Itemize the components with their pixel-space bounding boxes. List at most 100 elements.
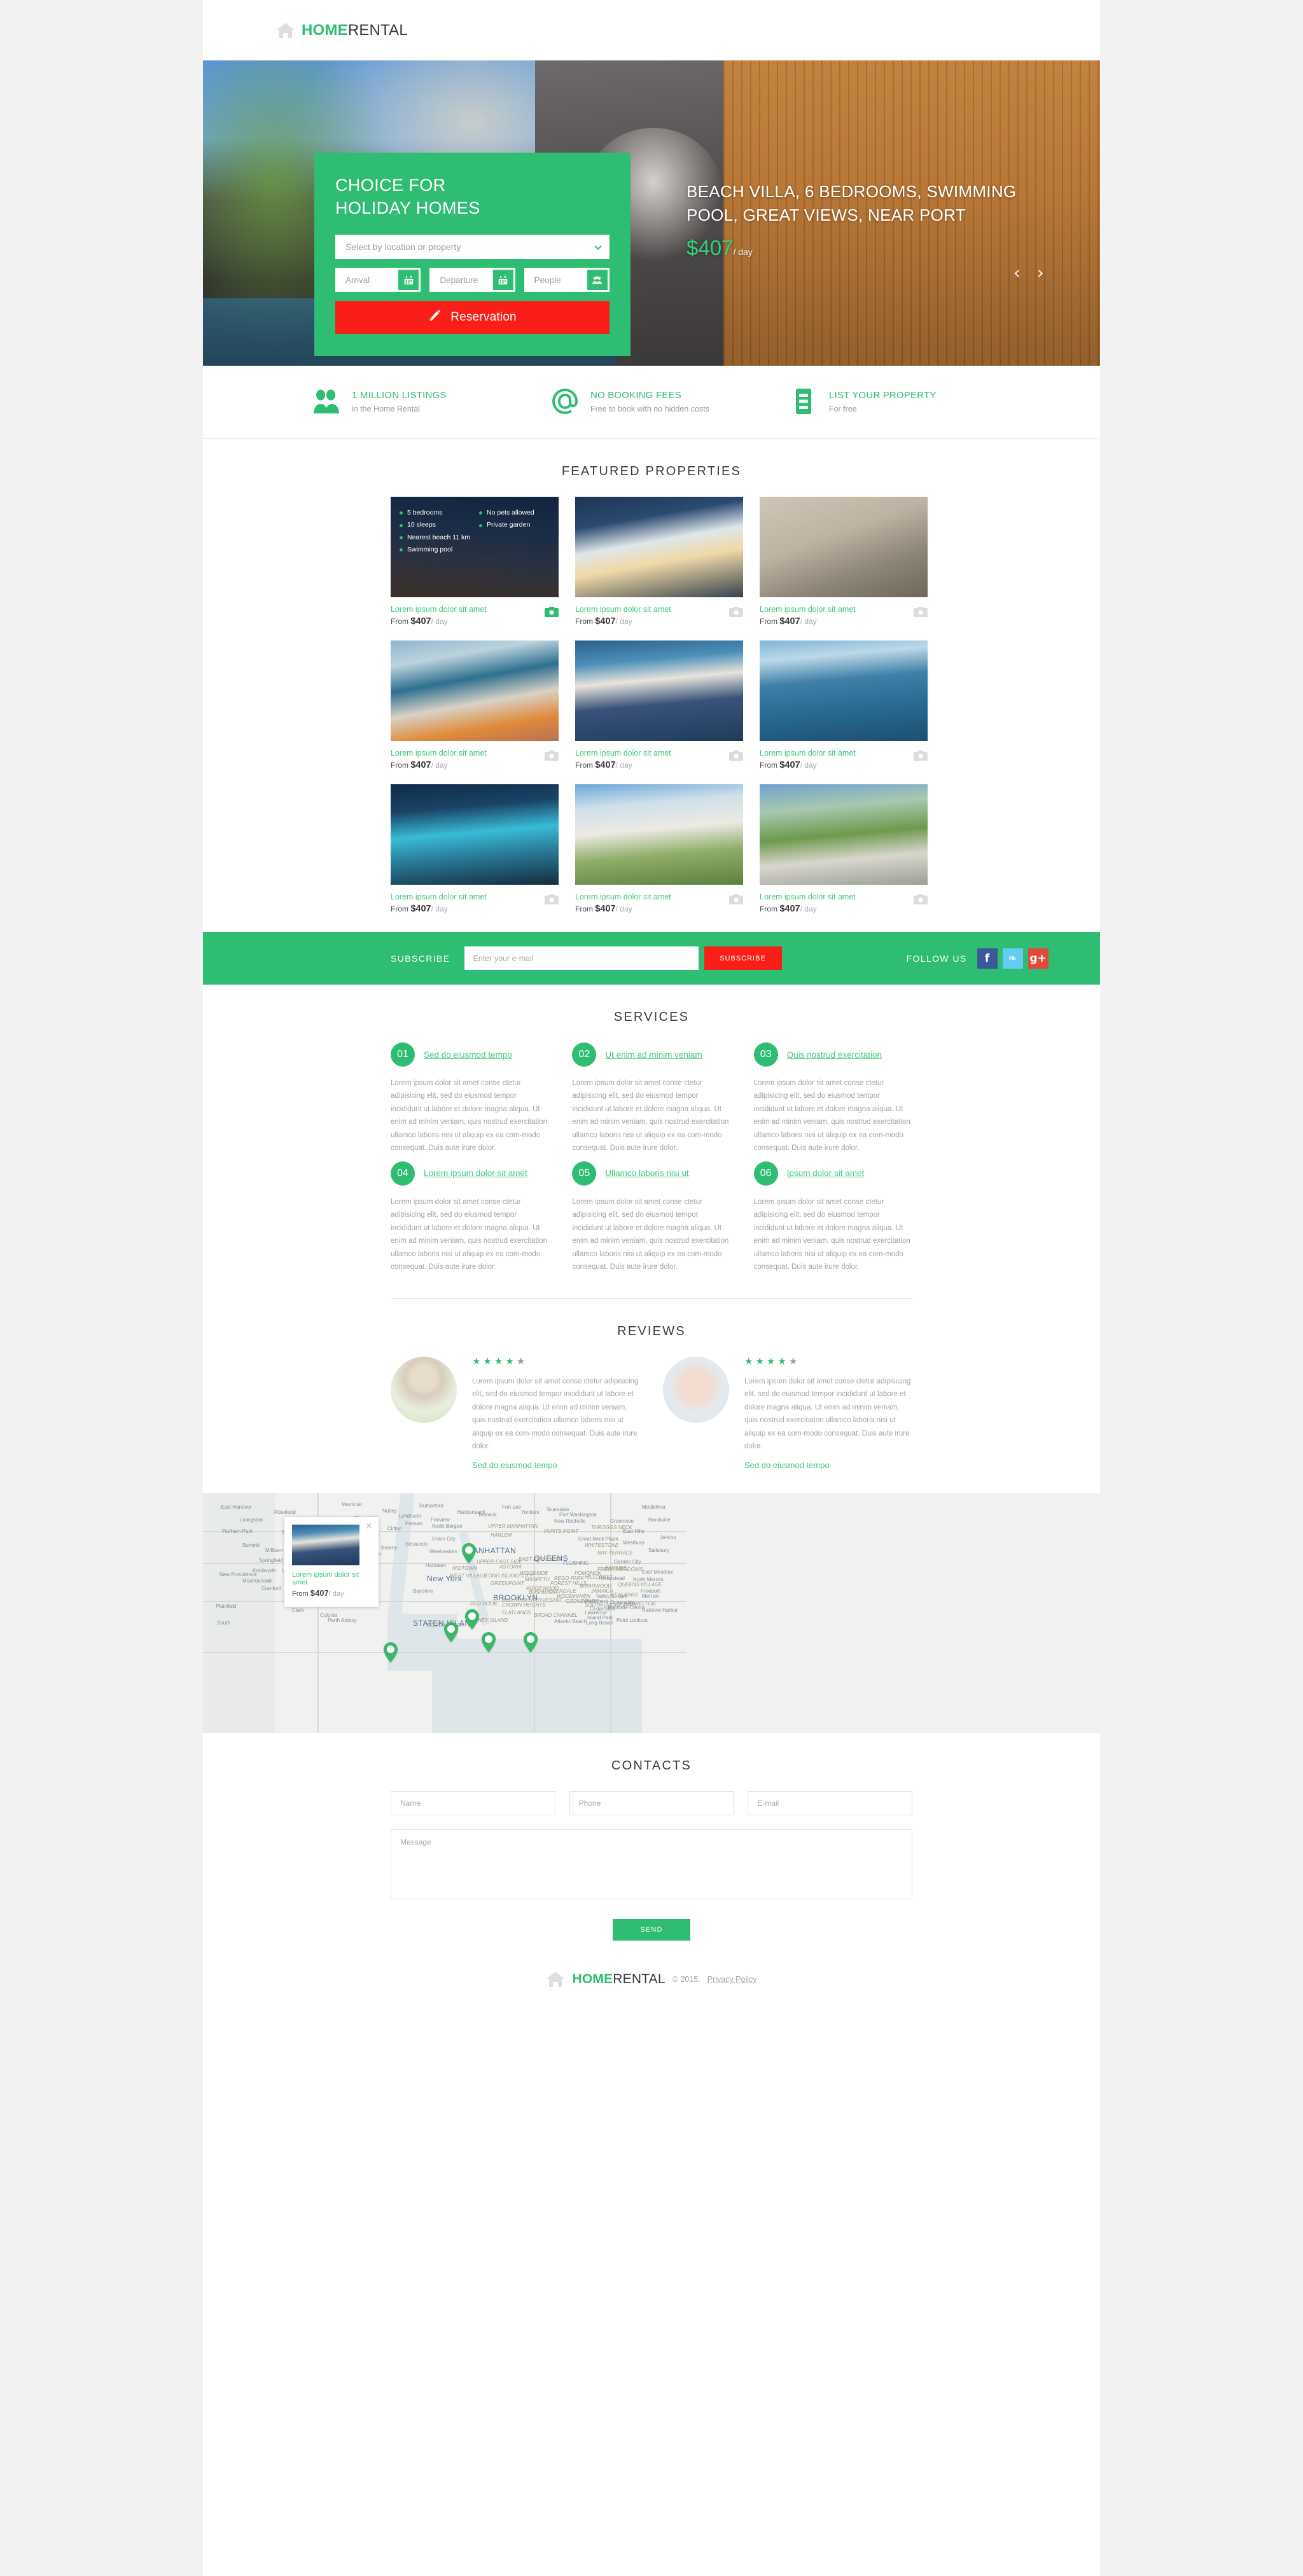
service-title-link[interactable]: Sed do eiusmod tempo — [424, 1050, 512, 1060]
price-per: / day — [615, 761, 632, 770]
property-meta: Lorem ipsum dolor sit amet From $407/ da… — [575, 597, 743, 627]
map-pin-icon[interactable] — [522, 1631, 539, 1653]
camera-icon[interactable] — [914, 750, 928, 761]
map-label: Florham Park — [222, 1528, 253, 1535]
properties-map[interactable]: East Hanover Roseland Montclair Nutley Ruthe… — [203, 1493, 1100, 1734]
subscribe-email-input[interactable] — [464, 946, 699, 970]
map-label: Kearny — [381, 1545, 398, 1551]
camera-icon[interactable] — [729, 750, 743, 761]
services-row: 01 Sed do eiusmod tempo Lorem ipsum dolo… — [391, 1042, 912, 1155]
price-prefix: From — [760, 761, 777, 770]
subscribe-button[interactable]: SUBSCRIBE — [704, 946, 782, 970]
property-card[interactable]: Lorem ipsum dolor sit amet From $407/ da… — [760, 784, 928, 914]
service-title-link[interactable]: Lorem ipsum dolor sit amet — [424, 1168, 527, 1178]
property-title-link[interactable]: Lorem ipsum dolor sit amet — [575, 892, 743, 901]
send-button[interactable]: SEND — [613, 1919, 690, 1941]
map-property-popup[interactable]: ✕ Lorem ipsum dolor sit amet From $407/ … — [284, 1517, 379, 1607]
property-card[interactable]: Lorem ipsum dolor sit amet From $407/ da… — [575, 784, 743, 914]
review-item: ★ ★ ★ ★ ★ Lorem ipsum dolor sit amet con… — [663, 1356, 912, 1472]
camera-icon[interactable] — [914, 894, 928, 905]
message-textarea[interactable] — [391, 1829, 912, 1900]
email-input[interactable] — [748, 1791, 913, 1816]
map-pin-icon[interactable] — [464, 1609, 480, 1630]
property-image[interactable] — [760, 641, 928, 741]
price-amount: $407 — [779, 760, 800, 770]
property-title-link[interactable]: Lorem ipsum dolor sit amet — [760, 605, 928, 614]
property-title-link[interactable]: Lorem ipsum dolor sit amet — [760, 749, 928, 758]
price-prefix: From — [391, 761, 408, 770]
arrival-field[interactable]: Arrival — [335, 268, 421, 293]
property-image[interactable] — [391, 784, 559, 885]
camera-icon[interactable] — [729, 894, 743, 905]
camera-icon[interactable] — [729, 606, 743, 618]
facebook-icon[interactable]: f — [977, 948, 998, 969]
property-card[interactable]: 5 bedrooms 10 sleeps Nearest beach 11 km… — [391, 497, 559, 627]
map-label: Secaucus — [405, 1541, 428, 1548]
property-image[interactable] — [391, 641, 559, 741]
map-label: Greenvale — [610, 1518, 634, 1525]
google-plus-icon[interactable]: g+ — [1028, 948, 1049, 969]
logo-link[interactable]: HOMERENTAL — [276, 22, 408, 39]
service-title-link[interactable]: Ipsum dolor sit amet — [787, 1168, 865, 1178]
map-label: ASTORIA — [499, 1564, 522, 1570]
property-title-link[interactable]: Lorem ipsum dolor sit amet — [391, 749, 559, 758]
property-image[interactable] — [575, 784, 743, 885]
reservation-button[interactable]: Reservation — [335, 301, 610, 335]
camera-icon[interactable] — [545, 894, 559, 905]
privacy-policy-link[interactable]: Privacy Policy — [707, 1975, 757, 1984]
service-title-link[interactable]: Ullamco laboris nisi ut — [605, 1168, 688, 1178]
property-row: Lorem ipsum dolor sit amet From $407 / da… — [391, 641, 928, 770]
location-select[interactable]: Select by location or property — [335, 235, 610, 260]
property-card[interactable]: Lorem ipsum dolor sit amet From $407/ da… — [760, 497, 928, 627]
property-row: Lorem ipsum dolor sit amet From $407/ da… — [391, 784, 928, 914]
property-image[interactable] — [760, 784, 928, 885]
service-head: 05 Ullamco laboris nisi ut — [572, 1161, 730, 1186]
service-body: Lorem ipsum dolor sit amet conse ctetur … — [572, 1198, 729, 1271]
camera-icon[interactable] — [545, 606, 559, 618]
phone-input[interactable] — [569, 1791, 734, 1816]
review-author-link[interactable]: Sed do eiusmod tempo — [472, 1460, 557, 1470]
popup-property-title[interactable]: Lorem ipsum dolor sit amet — [292, 1571, 371, 1586]
slider-prev-icon[interactable]: ‹ — [1014, 264, 1021, 282]
map-pin-icon[interactable] — [443, 1621, 459, 1643]
property-card[interactable]: Lorem ipsum dolor sit amet From $407/ da… — [575, 497, 743, 627]
property-title-link[interactable]: Lorem ipsum dolor sit amet — [391, 892, 559, 901]
service-title-link[interactable]: Ut enim ad minim veniam — [605, 1050, 702, 1060]
departure-field[interactable]: Departure — [429, 268, 515, 293]
name-input[interactable] — [391, 1791, 555, 1816]
property-card[interactable]: Lorem ipsum dolor sit amet From $407/ da… — [391, 641, 559, 770]
property-image[interactable]: 5 bedrooms 10 sleeps Nearest beach 11 km… — [391, 497, 559, 597]
people-field[interactable]: People — [524, 268, 610, 293]
map-pin-icon[interactable] — [382, 1642, 399, 1663]
map-label: MASPETH — [525, 1577, 550, 1583]
slider-next-icon[interactable]: › — [1037, 264, 1044, 282]
map-pin-icon[interactable] — [480, 1631, 497, 1653]
price-amount: $407 — [779, 616, 800, 627]
property-title-link[interactable]: Lorem ipsum dolor sit amet — [575, 605, 743, 614]
property-title-link[interactable]: Lorem ipsum dolor sit amet — [760, 892, 928, 901]
property-image[interactable] — [760, 497, 928, 597]
overlay-item: 10 sleeps — [400, 519, 470, 531]
property-card[interactable]: Lorem ipsum dolor sit amet From $407/ da… — [575, 641, 743, 770]
map-pin-icon[interactable] — [461, 1542, 477, 1564]
property-meta: Lorem ipsum dolor sit amet From $407/ da… — [760, 741, 928, 770]
property-title-link[interactable]: Lorem ipsum dolor sit amet — [575, 749, 743, 758]
property-card[interactable]: Lorem ipsum dolor sit amet From $407/ da… — [760, 641, 928, 770]
service-title-link[interactable]: Quis nostrud exercitation — [787, 1050, 882, 1060]
hero-caption: BEACH VILLA, 6 BEDROOMS, SWIMMING POOL, … — [686, 180, 1043, 260]
property-card[interactable]: Lorem ipsum dolor sit amet From $407/ da… — [391, 784, 559, 914]
close-icon[interactable]: ✕ — [366, 1521, 372, 1530]
map-label: Rutherford — [419, 1503, 443, 1509]
map-label: East Hanover — [221, 1504, 252, 1511]
review-author-link[interactable]: Sed do eiusmod tempo — [744, 1460, 830, 1470]
service-number: 01 — [391, 1042, 415, 1067]
hero-slider: CHOICE FOR HOLIDAY HOMES Select by locat… — [203, 60, 1100, 366]
property-title-link[interactable]: Lorem ipsum dolor sit amet — [391, 605, 559, 614]
camera-icon[interactable] — [545, 750, 559, 761]
twitter-icon[interactable]: ❧ — [1002, 948, 1023, 969]
camera-icon[interactable] — [914, 606, 928, 618]
property-image[interactable] — [575, 641, 743, 741]
hero-price-per: / day — [733, 246, 753, 257]
service-item: 06 Ipsum dolor sit amet Lorem ipsum dolo… — [753, 1161, 912, 1274]
property-image[interactable] — [575, 497, 743, 597]
